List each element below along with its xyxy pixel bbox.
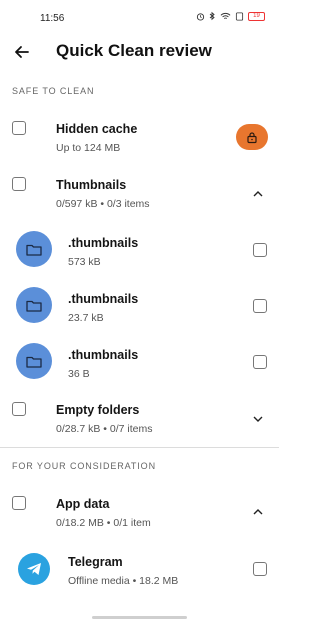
section-label-safe: SAFE TO CLEAN — [12, 86, 95, 96]
sim-icon — [235, 11, 244, 21]
battery-level: 19 — [253, 13, 260, 19]
status-bar: 11:56 19 — [0, 0, 279, 34]
section-divider — [0, 447, 279, 448]
empty-folders-subtitle: 0/28.7 kB • 0/7 items — [56, 423, 153, 435]
thumbnail-item-checkbox[interactable] — [253, 355, 267, 369]
thumbnails-title: Thumbnails — [56, 178, 127, 192]
status-time: 11:56 — [40, 13, 65, 24]
app-header: Quick Clean review — [0, 34, 279, 70]
telegram-title: Telegram — [68, 555, 123, 569]
home-indicator[interactable] — [92, 616, 187, 619]
app-data-title: App data — [56, 497, 110, 511]
thumbnails-checkbox[interactable] — [12, 177, 26, 191]
app-data-collapse-button[interactable] — [250, 504, 266, 520]
folder-icon — [16, 343, 52, 379]
telegram-checkbox[interactable] — [253, 562, 267, 576]
chevron-up-icon — [253, 509, 263, 515]
chevron-up-icon — [253, 191, 263, 197]
empty-folders-title: Empty folders — [56, 403, 140, 417]
lock-icon — [247, 131, 257, 143]
telegram-app-icon — [18, 553, 50, 585]
app-data-checkbox[interactable] — [12, 496, 26, 510]
empty-folders-expand-button[interactable] — [250, 411, 266, 427]
status-icons: 19 — [196, 11, 265, 21]
thumbnails-subtitle: 0/597 kB • 0/3 items — [56, 198, 150, 210]
bluetooth-icon — [209, 11, 215, 21]
hidden-cache-title: Hidden cache — [56, 122, 138, 136]
folder-icon — [16, 231, 52, 267]
thumbnail-item-name: .thumbnails — [68, 348, 139, 362]
thumbnail-item-size: 36 B — [68, 368, 90, 380]
thumbnail-item-checkbox[interactable] — [253, 299, 267, 313]
back-button[interactable] — [10, 40, 34, 64]
alarm-icon — [196, 12, 205, 21]
hidden-cache-subtitle: Up to 124 MB — [56, 142, 121, 154]
telegram-plane-icon — [27, 563, 41, 575]
thumbnail-item-size: 23.7 kB — [68, 312, 104, 324]
battery-icon: 19 — [248, 11, 265, 21]
hidden-cache-checkbox[interactable] — [12, 121, 26, 135]
telegram-detail: Offline media • 18.2 MB — [68, 575, 179, 587]
folder-icon — [16, 287, 52, 323]
wifi-icon — [220, 12, 231, 19]
arrow-left-icon — [15, 46, 29, 58]
premium-lock-button[interactable] — [236, 124, 268, 150]
thumbnail-item-name: .thumbnails — [68, 292, 139, 306]
chevron-down-icon — [253, 416, 263, 422]
section-label-consideration: FOR YOUR CONSIDERATION — [12, 461, 156, 471]
thumbnail-item-size: 573 kB — [68, 256, 101, 268]
thumbnails-collapse-button[interactable] — [250, 186, 266, 202]
app-data-subtitle: 0/18.2 MB • 0/1 item — [56, 517, 151, 529]
thumbnail-item-name: .thumbnails — [68, 236, 139, 250]
page-title: Quick Clean review — [56, 41, 212, 60]
empty-folders-checkbox[interactable] — [12, 402, 26, 416]
thumbnail-item-checkbox[interactable] — [253, 243, 267, 257]
